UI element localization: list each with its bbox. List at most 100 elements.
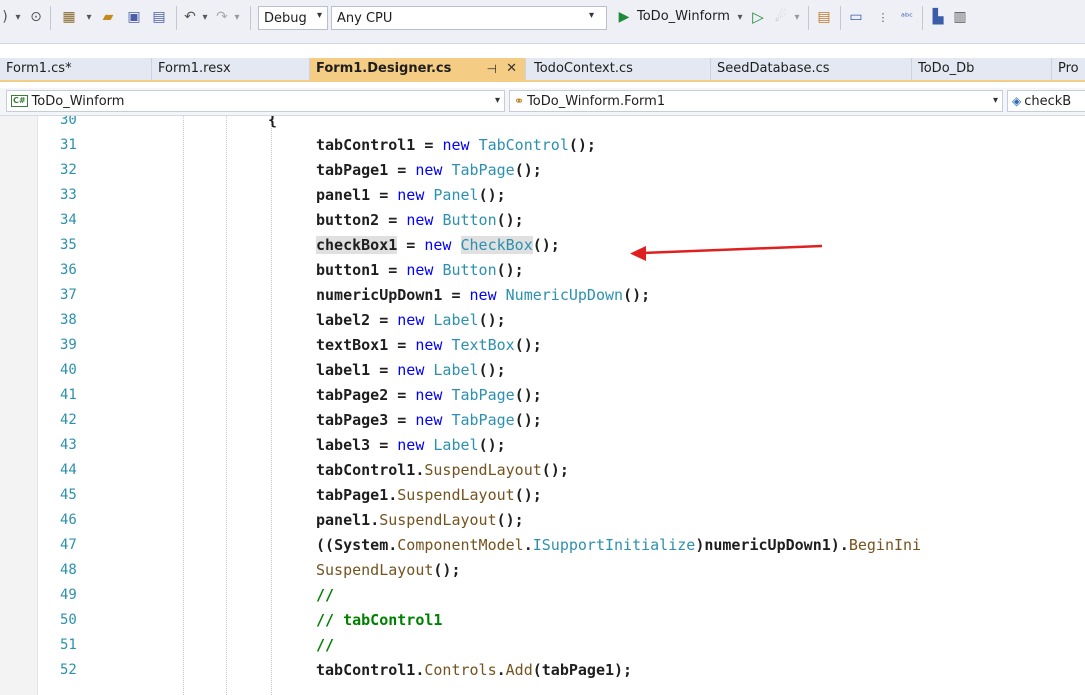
code-line[interactable]: 50 // tabControl1	[0, 608, 1085, 633]
line-number: 45	[60, 487, 77, 503]
code-line[interactable]: 41 tabPage2 = new TabPage();	[0, 383, 1085, 408]
run-target-dropdown-icon[interactable]: ▾	[735, 6, 745, 28]
code-line[interactable]: 30 {	[0, 116, 1085, 133]
code-text: label3 = new Label();	[316, 436, 506, 454]
tab-form1-cs[interactable]: Form1.cs*	[0, 58, 152, 80]
undo-dropdown-icon[interactable]: ▾	[200, 6, 210, 28]
code-line[interactable]: 31 tabControl1 = new TabControl();	[0, 133, 1085, 158]
member-value: checkB	[1024, 93, 1072, 109]
toolbar-separator	[176, 6, 177, 30]
undo-icon[interactable]: ↶	[182, 6, 198, 28]
tab-label: Form1.cs*	[6, 61, 72, 76]
tab-pro[interactable]: Pro	[1052, 58, 1085, 80]
line-number: 36	[60, 262, 77, 278]
line-number: 47	[60, 537, 77, 553]
solution-platform-select[interactable]: Any CPU ▾	[331, 6, 607, 30]
tab-label: Form1.Designer.cs	[316, 61, 452, 76]
code-line[interactable]: 34 button2 = new Button();	[0, 208, 1085, 233]
type-value: ToDo_Winform.Form1	[527, 93, 666, 109]
code-line[interactable]: 38 label2 = new Label();	[0, 308, 1085, 333]
line-number: 37	[60, 287, 77, 303]
tab-label: Pro	[1058, 61, 1079, 76]
open-folder-icon[interactable]: ▰	[96, 6, 120, 28]
comment-out-icon[interactable]: ▙	[928, 6, 948, 28]
save-icon[interactable]: ▣	[124, 6, 144, 28]
code-text: SuspendLayout();	[316, 561, 461, 579]
code-text: //	[316, 586, 335, 604]
code-text: tabPage2 = new TabPage();	[316, 386, 542, 404]
redo-dropdown-icon[interactable]: ▾	[232, 6, 242, 28]
code-line[interactable]: 47 ((System.ComponentModel.ISupportInitia…	[0, 533, 1085, 558]
start-without-debugging-icon[interactable]: ▷	[750, 6, 766, 28]
tab-todo-db[interactable]: ToDo_Db	[912, 58, 1052, 80]
code-line[interactable]: 37 numericUpDown1 = new NumericUpDown();	[0, 283, 1085, 308]
navigate-forward-icon[interactable]: ⊙	[28, 6, 44, 28]
code-text: checkBox1 = new CheckBox();	[316, 236, 560, 254]
code-line[interactable]: 36 button1 = new Button();	[0, 258, 1085, 283]
code-line[interactable]: 32 tabPage1 = new TabPage();	[0, 158, 1085, 183]
uncomment-icon[interactable]: ▥	[950, 6, 970, 28]
code-line[interactable]: 49 //	[0, 583, 1085, 608]
code-text: tabControl1 = new TabControl();	[316, 136, 596, 154]
line-number: 30	[60, 116, 77, 128]
line-number: 46	[60, 512, 77, 528]
code-line[interactable]: 33 panel1 = new Panel();	[0, 183, 1085, 208]
toolbar-separator	[922, 6, 923, 30]
code-line[interactable]: 39 textBox1 = new TextBox();	[0, 333, 1085, 358]
toolbar-separator	[808, 6, 809, 30]
code-line[interactable]: 44 tabControl1.SuspendLayout();	[0, 458, 1085, 483]
back-dropdown-icon[interactable]: ▾	[12, 6, 24, 28]
pin-tab-icon[interactable]: ⊣	[487, 58, 497, 80]
code-text: numericUpDown1 = new NumericUpDown();	[316, 286, 651, 304]
field-icon: ◈	[1012, 94, 1022, 108]
navigate-back-icon[interactable]: )	[0, 6, 10, 28]
solution-configuration-value: Debug	[264, 10, 307, 26]
line-number: 42	[60, 412, 77, 428]
start-debugging-icon[interactable]: ▶	[617, 6, 631, 28]
code-text: //	[316, 636, 335, 654]
code-line[interactable]: 35 checkBox1 = new CheckBox();	[0, 233, 1085, 258]
arrow-head-icon	[630, 246, 646, 261]
toolbar-options-icon[interactable]: ⋮	[870, 6, 896, 28]
code-text: panel1 = new Panel();	[316, 186, 506, 204]
hot-reload-dropdown-icon[interactable]: ▾	[792, 6, 802, 28]
code-text: label1 = new Label();	[316, 361, 506, 379]
window-layout-icon[interactable]: ▭	[846, 6, 866, 28]
code-line[interactable]: 52 tabControl1.Controls.Add(tabPage1);	[0, 658, 1085, 683]
solution-configuration-select[interactable]: Debug ▾	[258, 6, 328, 30]
tab-todocontext-cs[interactable]: TodoContext.cs	[528, 58, 711, 80]
toolbar-separator	[840, 6, 841, 30]
new-project-icon[interactable]: ▦	[56, 6, 82, 28]
start-debugging-target[interactable]: ToDo_Winform	[637, 6, 730, 28]
document-tab-strip: Form1.cs* Form1.resx Form1.Designer.cs ⊣…	[0, 58, 1085, 82]
close-tab-icon[interactable]: ✕	[506, 58, 517, 80]
tab-form1-designer-cs[interactable]: Form1.Designer.cs ⊣ ✕	[310, 58, 526, 80]
code-line[interactable]: 43 label3 = new Label();	[0, 433, 1085, 458]
save-all-icon[interactable]: ▤	[148, 6, 170, 28]
code-line[interactable]: 48 SuspendLayout();	[0, 558, 1085, 583]
code-line[interactable]: 42 tabPage3 = new TabPage();	[0, 408, 1085, 433]
project-dropdown[interactable]: C# ToDo_Winform ▾	[6, 90, 505, 112]
tab-seeddatabase-cs[interactable]: SeedDatabase.cs	[711, 58, 912, 80]
code-line[interactable]: 40 label1 = new Label();	[0, 358, 1085, 383]
tab-form1-resx[interactable]: Form1.resx	[152, 58, 310, 80]
toolbar-separator	[50, 6, 51, 30]
code-line[interactable]: 51 //	[0, 633, 1085, 658]
member-dropdown[interactable]: ◈ checkB	[1007, 90, 1085, 112]
hot-reload-icon[interactable]: ☄	[772, 6, 790, 28]
line-number: 34	[60, 212, 77, 228]
line-number: 40	[60, 362, 77, 378]
code-line[interactable]: 45 tabPage1.SuspendLayout();	[0, 483, 1085, 508]
line-number: 39	[60, 337, 77, 353]
browse-icon[interactable]: ▤	[814, 6, 834, 28]
code-editor[interactable]: 30 { 31 tabControl1 = new TabControl(); 32 ta…	[0, 116, 1085, 695]
line-number: 48	[60, 562, 77, 578]
redo-icon[interactable]: ↷	[214, 6, 230, 28]
line-number: 31	[60, 137, 77, 153]
new-dropdown-icon[interactable]: ▾	[84, 6, 94, 28]
type-dropdown[interactable]: ⚭ ToDo_Winform.Form1 ▾	[509, 90, 1003, 112]
spell-check-icon[interactable]: ᵃᵇᶜ	[898, 6, 916, 28]
csharp-project-icon: C#	[11, 95, 28, 107]
code-line[interactable]: 46 panel1.SuspendLayout();	[0, 508, 1085, 533]
line-number: 52	[60, 662, 77, 678]
